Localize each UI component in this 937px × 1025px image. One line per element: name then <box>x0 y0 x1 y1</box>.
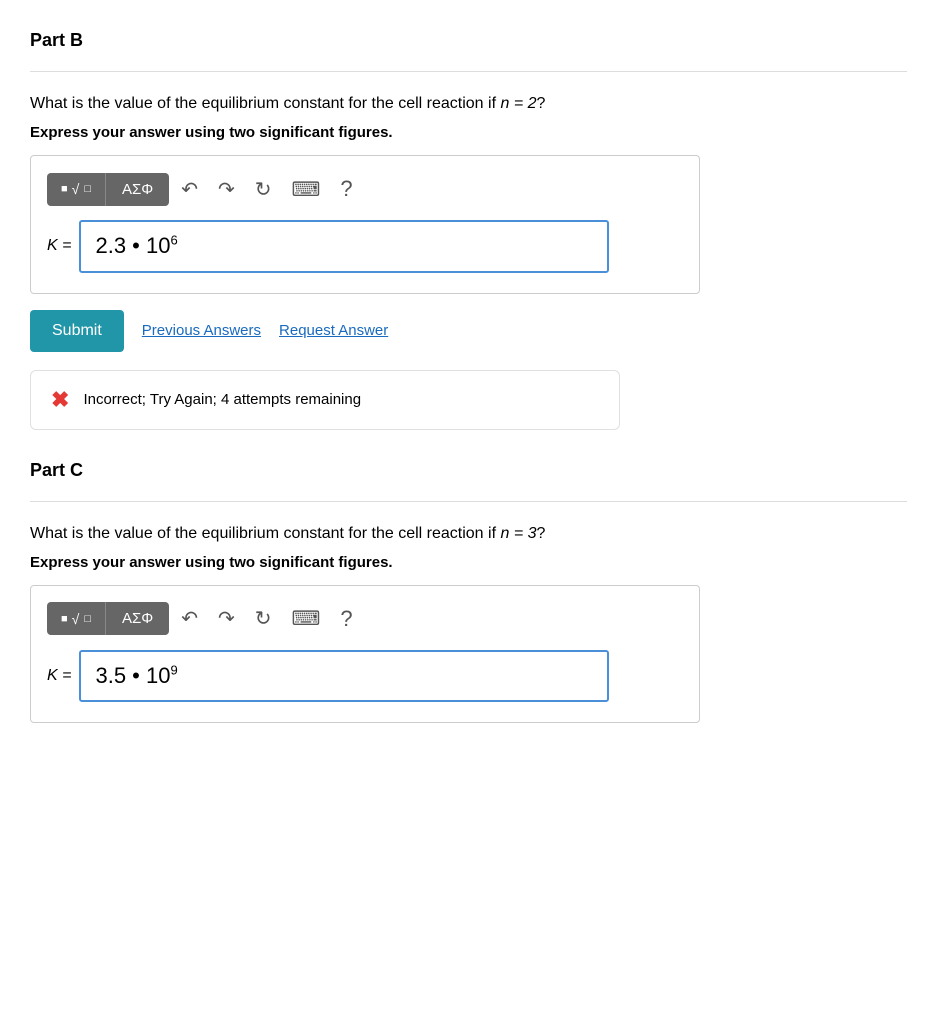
part-b-answer-value: 2.3 • 106 <box>95 232 177 261</box>
part-b-input-row: K = 2.3 • 106 <box>47 220 683 273</box>
part-c-section: Part C What is the value of the equilibr… <box>30 460 907 724</box>
part-b-math-button[interactable]: ■ √ □ <box>47 173 106 206</box>
part-c-symbol-button[interactable]: AΣΦ <box>106 602 169 635</box>
part-b-feedback-text: Incorrect; Try Again; 4 attempts remaini… <box>83 391 361 408</box>
part-b-question-text: What is the value of the equilibrium con… <box>30 95 500 112</box>
part-b-math-input[interactable]: 2.3 • 106 <box>79 220 609 273</box>
part-b-k-label: K = <box>47 237 71 255</box>
part-c-label: Part C <box>30 460 907 481</box>
part-c-keyboard-button[interactable]: ⌨ <box>284 602 329 635</box>
part-b-submit-button[interactable]: Submit <box>30 310 124 352</box>
part-b-keyboard-button[interactable]: ⌨ <box>284 173 329 206</box>
part-c-question-text: What is the value of the equilibrium con… <box>30 525 500 542</box>
part-b-math-tools: ■ √ □ AΣΦ <box>47 173 169 206</box>
part-b-redo-button[interactable]: ↷ <box>210 173 243 206</box>
part-b-actions: Submit Previous Answers Request Answer <box>30 310 907 352</box>
part-c-k-label: K = <box>47 667 71 685</box>
divider-b <box>30 71 907 72</box>
part-b-answer-box: ■ √ □ AΣΦ ↶ ↷ ↻ ⌨ ? K = 2.3 • 106 <box>30 155 700 294</box>
part-b-previous-answers-button[interactable]: Previous Answers <box>142 322 261 339</box>
part-b-toolbar: ■ √ □ AΣΦ ↶ ↷ ↻ ⌨ ? <box>47 172 683 206</box>
part-c-answer-box: ■ √ □ AΣΦ ↶ ↷ ↻ ⌨ ? K = 3.5 • 109 <box>30 585 700 724</box>
part-c-instruction: Express your answer using two significan… <box>30 554 907 571</box>
part-b-feedback-box: ✖ Incorrect; Try Again; 4 attempts remai… <box>30 370 620 430</box>
part-b-question: What is the value of the equilibrium con… <box>30 92 907 116</box>
part-b-label: Part B <box>30 30 907 51</box>
part-c-toolbar: ■ √ □ AΣΦ ↶ ↷ ↻ ⌨ ? <box>47 602 683 636</box>
part-c-math-tools: ■ √ □ AΣΦ <box>47 602 169 635</box>
part-c-undo-button[interactable]: ↶ <box>173 602 206 635</box>
part-b-math: n = 2 <box>500 95 536 112</box>
part-c-answer-value: 3.5 • 109 <box>95 662 177 691</box>
part-c-input-row: K = 3.5 • 109 <box>47 650 683 703</box>
part-b-help-button[interactable]: ? <box>332 172 360 206</box>
part-c-redo-button[interactable]: ↷ <box>210 602 243 635</box>
part-b-section: Part B What is the value of the equilibr… <box>30 30 907 430</box>
part-c-help-button[interactable]: ? <box>332 602 360 636</box>
part-b-instruction: Express your answer using two significan… <box>30 124 907 141</box>
part-b-request-answer-button[interactable]: Request Answer <box>279 322 388 339</box>
part-c-math-input[interactable]: 3.5 • 109 <box>79 650 609 703</box>
part-c-question: What is the value of the equilibrium con… <box>30 522 907 546</box>
part-b-symbol-button[interactable]: AΣΦ <box>106 173 169 206</box>
part-b-undo-button[interactable]: ↶ <box>173 173 206 206</box>
part-c-math: n = 3 <box>500 525 536 542</box>
part-b-refresh-button[interactable]: ↻ <box>247 173 280 206</box>
part-c-math-button[interactable]: ■ √ □ <box>47 602 106 635</box>
divider-c <box>30 501 907 502</box>
error-icon: ✖ <box>51 387 69 413</box>
part-c-refresh-button[interactable]: ↻ <box>247 602 280 635</box>
